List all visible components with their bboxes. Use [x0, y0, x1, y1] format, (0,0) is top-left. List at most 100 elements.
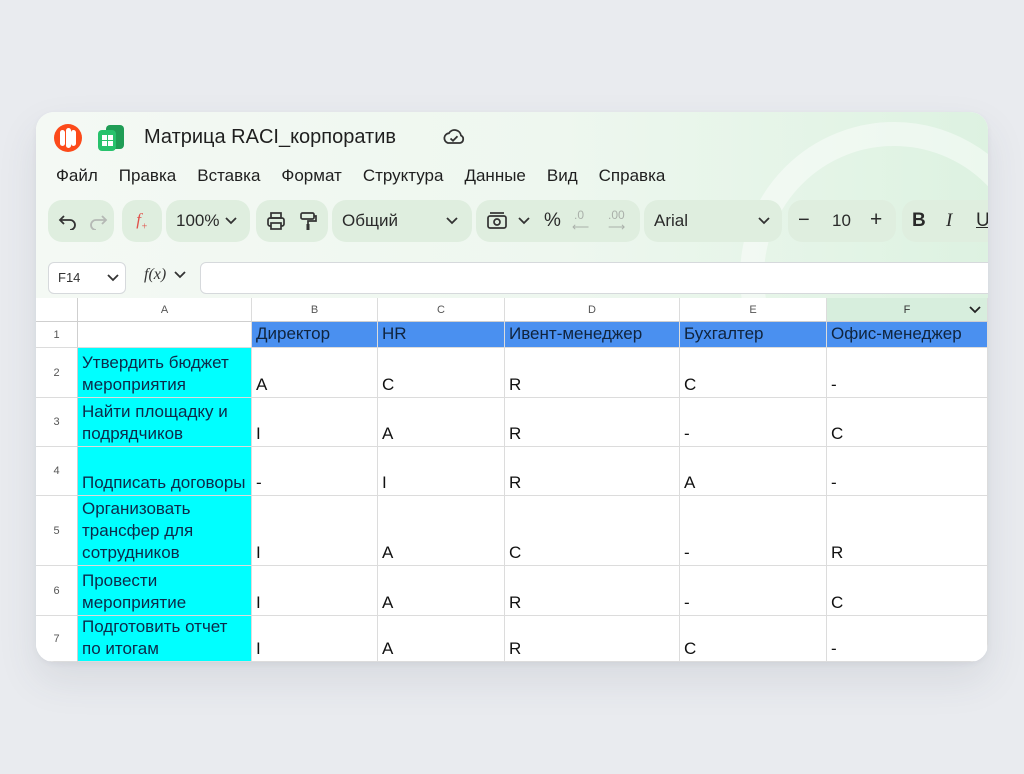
chevron-down-icon	[225, 217, 238, 225]
document-title[interactable]: Матрица RACI_корпоратив	[144, 126, 396, 149]
bold-button[interactable]: B	[912, 210, 926, 232]
zoom-select[interactable]: 100%	[166, 200, 250, 242]
undo-redo-group	[48, 200, 114, 242]
cell-f1[interactable]: Офис-менеджер	[827, 322, 988, 348]
row-header-3[interactable]: 3	[36, 398, 78, 447]
spreadsheet-window: Матрица RACI_корпоратив Файл Правка Вста…	[36, 112, 988, 662]
menu-edit[interactable]: Правка	[119, 166, 176, 186]
cell-f6[interactable]: C	[827, 566, 988, 616]
undo-icon[interactable]	[58, 212, 78, 230]
cell-d7[interactable]: R	[505, 616, 680, 662]
cell-a2[interactable]: Утвердить бюджет мероприятия	[78, 348, 252, 398]
number-format-select[interactable]: Общий	[332, 200, 472, 242]
font-family-select[interactable]: Arial	[644, 200, 782, 242]
cell-e6[interactable]: -	[680, 566, 827, 616]
cell-f3[interactable]: C	[827, 398, 988, 447]
cell-c5[interactable]: A	[378, 496, 505, 566]
formula-input[interactable]	[200, 262, 988, 294]
column-header-c[interactable]: C	[378, 298, 505, 322]
cell-a1[interactable]	[78, 322, 252, 348]
cell-f5[interactable]: R	[827, 496, 988, 566]
redo-icon[interactable]	[88, 212, 108, 230]
column-header-a[interactable]: A	[78, 298, 252, 322]
increase-font-size-button[interactable]: +	[870, 208, 882, 232]
cell-d3[interactable]: R	[505, 398, 680, 447]
cell-b3[interactable]: I	[252, 398, 378, 447]
cell-b2[interactable]: A	[252, 348, 378, 398]
column-header-f[interactable]: F	[827, 298, 988, 322]
cell-d1[interactable]: Ивент-менеджер	[505, 322, 680, 348]
chevron-down-icon	[446, 217, 458, 225]
row-header-1[interactable]: 1	[36, 322, 78, 348]
cell-e5[interactable]: -	[680, 496, 827, 566]
cell-b4[interactable]: -	[252, 447, 378, 496]
cell-b7[interactable]: I	[252, 616, 378, 662]
chevron-down-icon[interactable]	[969, 306, 981, 314]
arrow-right-icon: ⟶	[608, 220, 626, 234]
column-header-d[interactable]: D	[505, 298, 680, 322]
cell-e1[interactable]: Бухгалтер	[680, 322, 827, 348]
cell-a4[interactable]: Подписать договоры	[78, 447, 252, 496]
menu-structure[interactable]: Структура	[363, 166, 444, 186]
font-size-stepper: − 10 +	[788, 200, 896, 242]
cloud-check-icon[interactable]	[442, 126, 466, 148]
cell-reference-box[interactable]: F14	[48, 262, 126, 294]
percent-format-button[interactable]: %	[544, 210, 561, 232]
cell-a5[interactable]: Организовать трансфер для сотрудников	[78, 496, 252, 566]
cell-reference-value: F14	[58, 270, 81, 285]
cell-b6[interactable]: I	[252, 566, 378, 616]
print-format-group	[256, 200, 328, 242]
menu-view[interactable]: Вид	[547, 166, 578, 186]
row-header-5[interactable]: 5	[36, 496, 78, 566]
cell-d5[interactable]: C	[505, 496, 680, 566]
cell-e3[interactable]: -	[680, 398, 827, 447]
cell-c3[interactable]: A	[378, 398, 505, 447]
row-header-4[interactable]: 4	[36, 447, 78, 496]
cell-c6[interactable]: A	[378, 566, 505, 616]
function-fx-icon[interactable]: f(x)	[144, 266, 186, 284]
tables-app-icon[interactable]	[96, 123, 128, 153]
cell-b1[interactable]: Директор	[252, 322, 378, 348]
font-size-value[interactable]: 10	[832, 211, 851, 231]
paint-format-icon[interactable]	[298, 211, 318, 231]
cell-d2[interactable]: R	[505, 348, 680, 398]
cell-c7[interactable]: A	[378, 616, 505, 662]
menu-insert[interactable]: Вставка	[197, 166, 260, 186]
underline-button[interactable]: U	[976, 210, 988, 232]
cell-e7[interactable]: C	[680, 616, 827, 662]
cell-f2[interactable]: -	[827, 348, 988, 398]
italic-button[interactable]: I	[946, 210, 952, 232]
menu-format[interactable]: Формат	[281, 166, 341, 186]
number-format-value: Общий	[342, 211, 398, 230]
menu-data[interactable]: Данные	[464, 166, 525, 186]
cell-a6[interactable]: Провести мероприятие	[78, 566, 252, 616]
column-header-b[interactable]: B	[252, 298, 378, 322]
select-all-corner[interactable]	[36, 298, 78, 322]
cell-b5[interactable]: I	[252, 496, 378, 566]
currency-format-icon[interactable]	[486, 211, 508, 231]
cell-c2[interactable]: C	[378, 348, 505, 398]
cell-a7[interactable]: Подготовить отчет по итогам	[78, 616, 252, 662]
row-header-6[interactable]: 6	[36, 566, 78, 616]
menu-help[interactable]: Справка	[599, 166, 666, 186]
cell-d6[interactable]: R	[505, 566, 680, 616]
cell-d4[interactable]: R	[505, 447, 680, 496]
chevron-down-icon[interactable]	[518, 217, 530, 225]
cell-e4[interactable]: A	[680, 447, 827, 496]
cell-c4[interactable]: I	[378, 447, 505, 496]
print-icon[interactable]	[266, 211, 286, 231]
cell-c1[interactable]: HR	[378, 322, 505, 348]
menu-file[interactable]: Файл	[56, 166, 98, 186]
cell-e2[interactable]: C	[680, 348, 827, 398]
row-header-7[interactable]: 7	[36, 616, 78, 662]
decrease-font-size-button[interactable]: −	[798, 209, 810, 232]
cell-f4[interactable]: -	[827, 447, 988, 496]
text-style-group: B I U	[902, 200, 988, 242]
row-header-2[interactable]: 2	[36, 348, 78, 398]
yandex-360-logo-icon[interactable]	[54, 124, 82, 152]
cell-a3[interactable]: Найти площадку и подрядчиков	[78, 398, 252, 447]
column-header-e[interactable]: E	[680, 298, 827, 322]
spreadsheet-grid: A B C D E F 1 2 3 4 5 6 7 Директор HR Ивент-менеджер Бух…	[36, 298, 988, 662]
cell-f7[interactable]: -	[827, 616, 988, 662]
insert-function-button[interactable]: f+	[122, 200, 162, 242]
